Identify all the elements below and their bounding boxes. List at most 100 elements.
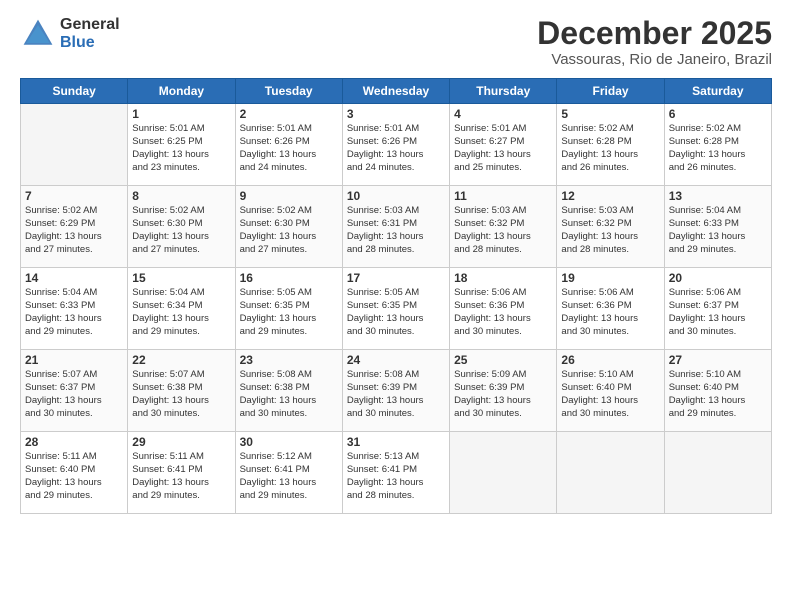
calendar-week-row: 28 Sunrise: 5:11 AM Sunset: 6:40 PM Dayli… bbox=[21, 432, 772, 514]
calendar-week-row: 1 Sunrise: 5:01 AM Sunset: 6:25 PM Daylig… bbox=[21, 104, 772, 186]
day-number: 19 bbox=[561, 271, 659, 285]
calendar-cell bbox=[21, 104, 128, 186]
calendar-table: SundayMondayTuesdayWednesdayThursdayFrid… bbox=[20, 78, 772, 514]
calendar-cell: 8Sunrise: 5:02 AM Sunset: 6:30 PM Daylig… bbox=[128, 186, 235, 268]
day-number: 25 bbox=[454, 353, 552, 367]
weekday-header-sunday: Sunday bbox=[21, 79, 128, 104]
day-number: 31 bbox=[347, 435, 445, 449]
weekday-header-saturday: Saturday bbox=[664, 79, 771, 104]
calendar-cell: 16 Sunrise: 5:05 AM Sunset: 6:35 PM Dayli… bbox=[235, 268, 342, 350]
day-number: 3 bbox=[347, 107, 445, 121]
day-number: 16 bbox=[240, 271, 338, 285]
day-info: Sunrise: 5:02 AM Sunset: 6:29 PM Dayligh… bbox=[25, 205, 123, 256]
day-number: 5 bbox=[561, 107, 659, 121]
day-info: Sunrise: 5:04 AM Sunset: 6:33 PM Dayligh… bbox=[25, 287, 123, 338]
day-info: Sunrise: 5:06 AM Sunset: 6:36 PM Dayligh… bbox=[561, 287, 659, 338]
day-number: 9 bbox=[240, 189, 338, 203]
month-title: December 2025 bbox=[537, 16, 772, 51]
day-number: 18 bbox=[454, 271, 552, 285]
day-number: 17 bbox=[347, 271, 445, 285]
day-info: Sunrise: 5:08 AM Sunset: 6:38 PM Dayligh… bbox=[240, 369, 338, 420]
weekday-header-thursday: Thursday bbox=[450, 79, 557, 104]
day-info: Sunrise: 5:09 AM Sunset: 6:39 PM Dayligh… bbox=[454, 369, 552, 420]
calendar-cell: 17 Sunrise: 5:05 AM Sunset: 6:35 PM Dayli… bbox=[342, 268, 449, 350]
day-number: 23 bbox=[240, 353, 338, 367]
day-number: 4 bbox=[454, 107, 552, 121]
day-info: Sunrise: 5:02 AM Sunset: 6:30 PM Dayligh… bbox=[240, 205, 338, 256]
day-info: Sunrise: 5:05 AM Sunset: 6:35 PM Dayligh… bbox=[240, 287, 338, 338]
calendar-cell: 21 Sunrise: 5:07 AM Sunset: 6:37 PM Dayli… bbox=[21, 350, 128, 432]
calendar-cell: 11 Sunrise: 5:03 AM Sunset: 6:32 PM Dayli… bbox=[450, 186, 557, 268]
calendar-cell: 12 Sunrise: 5:03 AM Sunset: 6:32 PM Dayli… bbox=[557, 186, 664, 268]
logo-text: General Blue bbox=[60, 16, 120, 51]
day-number: 27 bbox=[669, 353, 767, 367]
calendar-cell: 26Sunrise: 5:10 AM Sunset: 6:40 PM Dayli… bbox=[557, 350, 664, 432]
day-info: Sunrise: 5:01 AM Sunset: 6:25 PM Dayligh… bbox=[132, 123, 230, 174]
day-info: Sunrise: 5:01 AM Sunset: 6:26 PM Dayligh… bbox=[240, 123, 338, 174]
day-info: Sunrise: 5:11 AM Sunset: 6:40 PM Dayligh… bbox=[25, 451, 123, 502]
calendar-cell: 29Sunrise: 5:11 AM Sunset: 6:41 PM Dayli… bbox=[128, 432, 235, 514]
calendar-cell: 4 Sunrise: 5:01 AM Sunset: 6:27 PM Daylig… bbox=[450, 104, 557, 186]
day-number: 30 bbox=[240, 435, 338, 449]
day-info: Sunrise: 5:10 AM Sunset: 6:40 PM Dayligh… bbox=[561, 369, 659, 420]
calendar-cell: 7 Sunrise: 5:02 AM Sunset: 6:29 PM Daylig… bbox=[21, 186, 128, 268]
calendar-cell: 20Sunrise: 5:06 AM Sunset: 6:37 PM Dayli… bbox=[664, 268, 771, 350]
calendar-cell: 24 Sunrise: 5:08 AM Sunset: 6:39 PM Dayli… bbox=[342, 350, 449, 432]
day-info: Sunrise: 5:02 AM Sunset: 6:28 PM Dayligh… bbox=[561, 123, 659, 174]
day-info: Sunrise: 5:12 AM Sunset: 6:41 PM Dayligh… bbox=[240, 451, 338, 502]
calendar-cell: 22 Sunrise: 5:07 AM Sunset: 6:38 PM Dayli… bbox=[128, 350, 235, 432]
day-number: 1 bbox=[132, 107, 230, 121]
calendar-cell: 3 Sunrise: 5:01 AM Sunset: 6:26 PM Daylig… bbox=[342, 104, 449, 186]
day-info: Sunrise: 5:08 AM Sunset: 6:39 PM Dayligh… bbox=[347, 369, 445, 420]
day-info: Sunrise: 5:02 AM Sunset: 6:28 PM Dayligh… bbox=[669, 123, 767, 174]
calendar-cell: 5 Sunrise: 5:02 AM Sunset: 6:28 PM Daylig… bbox=[557, 104, 664, 186]
calendar-cell: 18 Sunrise: 5:06 AM Sunset: 6:36 PM Dayli… bbox=[450, 268, 557, 350]
day-info: Sunrise: 5:03 AM Sunset: 6:32 PM Dayligh… bbox=[454, 205, 552, 256]
day-info: Sunrise: 5:07 AM Sunset: 6:38 PM Dayligh… bbox=[132, 369, 230, 420]
logo-blue-text: Blue bbox=[60, 34, 120, 52]
day-info: Sunrise: 5:01 AM Sunset: 6:26 PM Dayligh… bbox=[347, 123, 445, 174]
day-number: 7 bbox=[25, 189, 123, 203]
day-info: Sunrise: 5:13 AM Sunset: 6:41 PM Dayligh… bbox=[347, 451, 445, 502]
weekday-header-monday: Monday bbox=[128, 79, 235, 104]
day-number: 24 bbox=[347, 353, 445, 367]
day-number: 21 bbox=[25, 353, 123, 367]
day-info: Sunrise: 5:11 AM Sunset: 6:41 PM Dayligh… bbox=[132, 451, 230, 502]
logo-icon bbox=[20, 16, 56, 52]
day-info: Sunrise: 5:05 AM Sunset: 6:35 PM Dayligh… bbox=[347, 287, 445, 338]
day-info: Sunrise: 5:06 AM Sunset: 6:36 PM Dayligh… bbox=[454, 287, 552, 338]
day-info: Sunrise: 5:07 AM Sunset: 6:37 PM Dayligh… bbox=[25, 369, 123, 420]
header: General Blue December 2025 Vassouras, Ri… bbox=[20, 16, 772, 68]
location: Vassouras, Rio de Janeiro, Brazil bbox=[537, 51, 772, 68]
calendar-cell: 30 Sunrise: 5:12 AM Sunset: 6:41 PM Dayli… bbox=[235, 432, 342, 514]
calendar-cell: 15 Sunrise: 5:04 AM Sunset: 6:34 PM Dayli… bbox=[128, 268, 235, 350]
day-info: Sunrise: 5:04 AM Sunset: 6:34 PM Dayligh… bbox=[132, 287, 230, 338]
day-number: 15 bbox=[132, 271, 230, 285]
calendar-week-row: 14Sunrise: 5:04 AM Sunset: 6:33 PM Dayli… bbox=[21, 268, 772, 350]
day-number: 6 bbox=[669, 107, 767, 121]
day-info: Sunrise: 5:06 AM Sunset: 6:37 PM Dayligh… bbox=[669, 287, 767, 338]
day-info: Sunrise: 5:02 AM Sunset: 6:30 PM Dayligh… bbox=[132, 205, 230, 256]
day-number: 22 bbox=[132, 353, 230, 367]
day-number: 11 bbox=[454, 189, 552, 203]
day-number: 28 bbox=[25, 435, 123, 449]
calendar-cell: 31 Sunrise: 5:13 AM Sunset: 6:41 PM Dayli… bbox=[342, 432, 449, 514]
day-number: 12 bbox=[561, 189, 659, 203]
calendar-cell: 25 Sunrise: 5:09 AM Sunset: 6:39 PM Dayli… bbox=[450, 350, 557, 432]
logo-general-text: General bbox=[60, 16, 120, 34]
day-info: Sunrise: 5:03 AM Sunset: 6:32 PM Dayligh… bbox=[561, 205, 659, 256]
calendar-week-row: 21 Sunrise: 5:07 AM Sunset: 6:37 PM Dayli… bbox=[21, 350, 772, 432]
day-number: 13 bbox=[669, 189, 767, 203]
calendar-cell bbox=[664, 432, 771, 514]
calendar-cell bbox=[450, 432, 557, 514]
calendar-cell: 13 Sunrise: 5:04 AM Sunset: 6:33 PM Dayli… bbox=[664, 186, 771, 268]
day-number: 2 bbox=[240, 107, 338, 121]
weekday-header-row: SundayMondayTuesdayWednesdayThursdayFrid… bbox=[21, 79, 772, 104]
calendar-cell: 10Sunrise: 5:03 AM Sunset: 6:31 PM Dayli… bbox=[342, 186, 449, 268]
calendar-cell: 2 Sunrise: 5:01 AM Sunset: 6:26 PM Daylig… bbox=[235, 104, 342, 186]
title-block: December 2025 Vassouras, Rio de Janeiro,… bbox=[537, 16, 772, 68]
day-info: Sunrise: 5:03 AM Sunset: 6:31 PM Dayligh… bbox=[347, 205, 445, 256]
day-info: Sunrise: 5:01 AM Sunset: 6:27 PM Dayligh… bbox=[454, 123, 552, 174]
day-info: Sunrise: 5:04 AM Sunset: 6:33 PM Dayligh… bbox=[669, 205, 767, 256]
logo: General Blue bbox=[20, 16, 120, 52]
